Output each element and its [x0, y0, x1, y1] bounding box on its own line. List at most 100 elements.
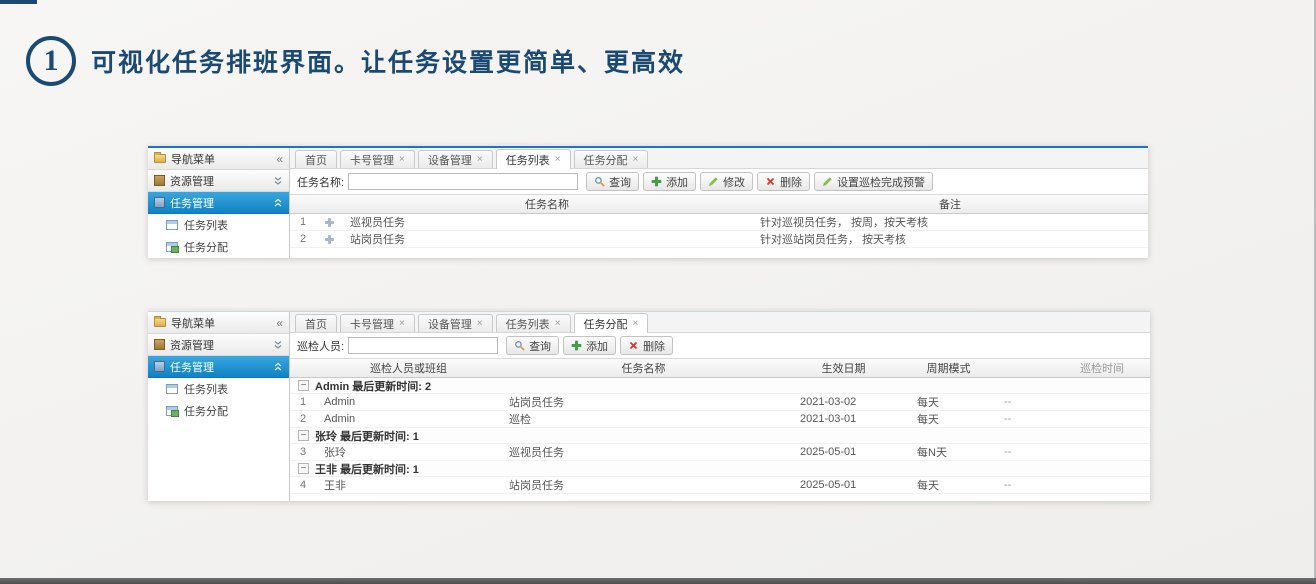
table-empty-area: [290, 494, 1150, 501]
date-cell: 2025-05-01: [786, 479, 901, 491]
chevron-double-down-icon[interactable]: [273, 340, 283, 350]
task-cell: 巡视员任务: [501, 444, 786, 460]
table-row[interactable]: 4 王非 站岗员任务 2025-05-01 每天 --: [290, 477, 1150, 494]
nav-group-label: 资源管理: [170, 173, 268, 189]
tab-close-icon[interactable]: ×: [555, 155, 561, 165]
table-row[interactable]: 2 Admin 巡检 2021-03-01 每天 --: [290, 411, 1150, 428]
folder-icon: [154, 318, 166, 327]
slide: 1 可视化任务排班界面。让任务设置更简单、更高效 导航菜单 « 资源管理: [0, 0, 1316, 584]
task-assign-icon: [166, 242, 178, 252]
tab-home[interactable]: 首页: [295, 314, 337, 332]
folder-icon: [154, 154, 166, 163]
tab-close-icon[interactable]: ×: [633, 319, 639, 329]
person-cell: Admin: [316, 413, 501, 425]
date-cell: 2021-03-02: [786, 396, 901, 408]
delete-button[interactable]: 删除: [757, 172, 810, 191]
nav-group-resource[interactable]: 资源管理: [148, 170, 289, 192]
tab-home[interactable]: 首页: [295, 150, 337, 168]
task-name-input[interactable]: [348, 173, 578, 190]
date-cell: 2025-05-01: [786, 446, 901, 458]
collapse-group-icon[interactable]: −: [298, 463, 309, 474]
tab-task-list[interactable]: 任务列表×: [496, 314, 571, 332]
group-header-label: Admin 最后更新时间: 2: [315, 378, 431, 394]
person-cell: 王非: [316, 477, 501, 493]
nav-group-resource[interactable]: 资源管理: [148, 334, 289, 356]
table-empty-area: [290, 248, 1148, 258]
nav-header[interactable]: 导航菜单 «: [148, 148, 289, 170]
collapse-sidebar-icon[interactable]: «: [276, 153, 283, 165]
main-area: 首页 卡号管理× 设备管理× 任务列表× 任务分配× 任务名称: 查询 添: [290, 148, 1148, 258]
nav-group-task[interactable]: 任务管理: [148, 356, 289, 378]
column-task-name: 任务名称: [501, 360, 786, 376]
nav-group-task[interactable]: 任务管理: [148, 192, 289, 214]
nav-item-task-list[interactable]: 任务列表: [148, 214, 289, 236]
table-row[interactable]: 2 站岗员任务 针对巡站岗员任务， 按天考核: [290, 231, 1148, 248]
tab-bar: 首页 卡号管理× 设备管理× 任务列表× 任务分配×: [290, 312, 1150, 333]
tab-close-icon[interactable]: ×: [555, 319, 561, 329]
chevron-double-down-icon[interactable]: [273, 176, 283, 186]
delete-button[interactable]: 删除: [620, 336, 673, 355]
add-button[interactable]: 添加: [643, 172, 696, 191]
group-row-admin[interactable]: − Admin 最后更新时间: 2: [290, 378, 1150, 394]
nav-header[interactable]: 导航菜单 «: [148, 312, 289, 334]
search-button[interactable]: 查询: [506, 336, 559, 355]
main-area: 首页 卡号管理× 设备管理× 任务列表× 任务分配× 巡检人员: 查询 添: [290, 312, 1150, 501]
tab-device-manage[interactable]: 设备管理×: [418, 314, 493, 332]
table-row[interactable]: 1 Admin 站岗员任务 2021-03-02 每天 --: [290, 394, 1150, 411]
column-patrol-time: 巡检时间: [996, 360, 1150, 376]
time-cell: --: [996, 413, 1150, 425]
column-person: 巡检人员或班组: [316, 360, 501, 376]
task-list-icon: [166, 384, 178, 394]
patrol-person-input[interactable]: [348, 337, 498, 354]
task-cell: 站岗员任务: [501, 394, 786, 410]
set-patrol-alert-button[interactable]: 设置巡检完成预警: [814, 172, 933, 191]
step-number-badge: 1: [26, 36, 76, 86]
group-row-zhangling[interactable]: − 张玲 最后更新时间: 1: [290, 428, 1150, 444]
chevron-double-up-icon[interactable]: [273, 362, 283, 372]
tab-card-manage[interactable]: 卡号管理×: [340, 150, 415, 168]
task-cell: 巡检: [501, 411, 786, 427]
chevron-double-up-icon[interactable]: [273, 198, 283, 208]
column-cycle-mode: 周期模式: [901, 360, 996, 376]
tab-task-assign[interactable]: 任务分配×: [574, 150, 649, 168]
delete-x-icon: [628, 340, 639, 351]
tab-bar: 首页 卡号管理× 设备管理× 任务列表× 任务分配×: [290, 148, 1148, 169]
column-effective-date: 生效日期: [786, 360, 901, 376]
nav-item-task-assign[interactable]: 任务分配: [148, 400, 289, 422]
tab-close-icon[interactable]: ×: [477, 155, 483, 165]
edit-pencil-icon: [708, 176, 719, 187]
tab-close-icon[interactable]: ×: [477, 319, 483, 329]
table-row[interactable]: 1 巡视员任务 针对巡视员任务， 按周，按天考核: [290, 214, 1148, 231]
column-task-name: 任务名称: [342, 196, 752, 212]
nav-item-label: 任务分配: [184, 239, 228, 255]
cycle-cell: 每天: [901, 394, 996, 410]
add-button[interactable]: 添加: [563, 336, 616, 355]
nav-item-task-list[interactable]: 任务列表: [148, 378, 289, 400]
tab-task-assign[interactable]: 任务分配×: [574, 313, 649, 333]
toolbar: 任务名称: 查询 添加 修改: [290, 169, 1148, 194]
collapse-group-icon[interactable]: −: [298, 380, 309, 391]
task-assign-icon: [166, 406, 178, 416]
search-button[interactable]: 查询: [586, 172, 639, 191]
person-cell: Admin: [316, 396, 501, 408]
cycle-cell: 每N天: [901, 444, 996, 460]
tab-device-manage[interactable]: 设备管理×: [418, 150, 493, 168]
table-row[interactable]: 3 张玲 巡视员任务 2025-05-01 每N天 --: [290, 444, 1150, 461]
tab-close-icon[interactable]: ×: [399, 319, 405, 329]
group-row-wangfei[interactable]: − 王非 最后更新时间: 1: [290, 461, 1150, 477]
edit-button[interactable]: 修改: [700, 172, 753, 191]
resource-icon: [154, 175, 165, 186]
tab-close-icon[interactable]: ×: [399, 155, 405, 165]
task-manage-icon: [154, 361, 165, 372]
nav-item-label: 任务列表: [184, 217, 228, 233]
nav-sidebar: 导航菜单 « 资源管理 任务管理 任务列表: [148, 312, 290, 501]
nav-item-task-assign[interactable]: 任务分配: [148, 236, 289, 258]
bottom-accent-bar: [0, 578, 1316, 584]
collapse-sidebar-icon[interactable]: «: [276, 317, 283, 329]
slide-title-row: 1 可视化任务排班界面。让任务设置更简单、更高效: [26, 36, 685, 86]
add-icon: [651, 176, 662, 187]
tab-close-icon[interactable]: ×: [633, 155, 639, 165]
tab-task-list[interactable]: 任务列表×: [496, 149, 571, 169]
collapse-group-icon[interactable]: −: [298, 430, 309, 441]
tab-card-manage[interactable]: 卡号管理×: [340, 314, 415, 332]
